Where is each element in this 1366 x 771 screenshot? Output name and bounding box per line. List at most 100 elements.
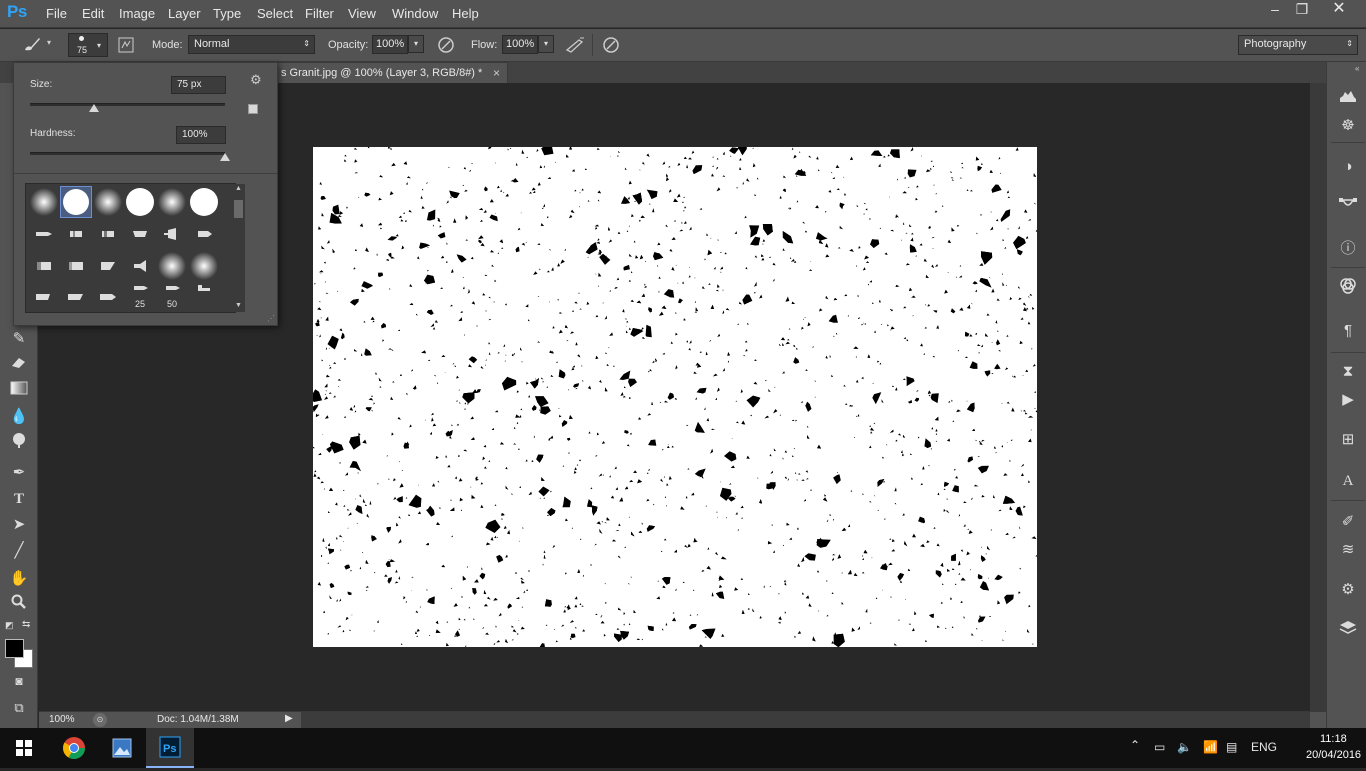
brush-preset-tip[interactable]: [156, 218, 188, 250]
minimize-button[interactable]: –: [1262, 0, 1288, 20]
close-tab-icon[interactable]: ×: [493, 66, 500, 80]
brush-settings-icon[interactable]: ≋: [1335, 537, 1361, 563]
size-slider-track[interactable]: [30, 103, 225, 106]
menu-view[interactable]: View: [348, 6, 376, 21]
zoom-level[interactable]: 100%: [49, 714, 75, 725]
brush-preset-tip[interactable]: [60, 218, 92, 250]
brush-preset-numbered[interactable]: 50: [156, 282, 188, 314]
paragraph-icon[interactable]: ¶: [1335, 318, 1361, 344]
brush-preset-hard-round[interactable]: [124, 186, 156, 218]
brush-preset-tip[interactable]: [92, 250, 124, 282]
layers-icon[interactable]: [1335, 619, 1361, 645]
zoom-tool-icon[interactable]: [7, 594, 31, 616]
brush-preset-hard-round-selected[interactable]: [60, 186, 92, 218]
hardness-slider-track[interactable]: [30, 152, 225, 155]
hand-tool-icon[interactable]: ✋: [7, 568, 31, 590]
opacity-dropdown-icon[interactable]: ▾: [408, 35, 424, 53]
brush-preset-soft-round[interactable]: [156, 186, 188, 218]
path-selection-tool-icon[interactable]: ➤: [7, 514, 31, 536]
line-tool-icon[interactable]: ╱: [7, 540, 31, 562]
size-slider-thumb[interactable]: [89, 104, 100, 112]
airbrush-icon[interactable]: [565, 36, 585, 57]
character-styles-icon[interactable]: A: [1335, 468, 1361, 494]
volume-icon[interactable]: 🔈: [1177, 740, 1192, 754]
type-tool-icon[interactable]: T: [7, 488, 31, 510]
brush-preset-numbered[interactable]: 25: [124, 282, 156, 314]
brush-preset-tip[interactable]: [60, 250, 92, 282]
menu-window[interactable]: Window: [392, 6, 438, 21]
brush-preset-tip[interactable]: [28, 250, 60, 282]
restore-button[interactable]: ❐: [1289, 0, 1315, 20]
menu-filter[interactable]: Filter: [305, 6, 334, 21]
brush-preset-tip[interactable]: [124, 218, 156, 250]
menu-layer[interactable]: Layer: [168, 6, 201, 21]
pressure-opacity-icon[interactable]: [437, 36, 455, 57]
default-colors-icon[interactable]: ◩: [5, 620, 14, 631]
clock-time[interactable]: 11:18: [1320, 733, 1347, 745]
tool-preset-chevron-icon[interactable]: ▾: [47, 38, 51, 47]
scroll-down-icon[interactable]: ▼: [235, 302, 242, 309]
scroll-up-icon[interactable]: ▲: [235, 185, 242, 192]
mode-select[interactable]: Normal ⇕: [188, 35, 315, 54]
menu-select[interactable]: Select: [257, 6, 293, 21]
status-info-icon[interactable]: ⊙: [93, 713, 107, 727]
photoshop-app-icon[interactable]: Ps: [146, 728, 194, 768]
gear-icon[interactable]: ⚙: [250, 72, 262, 88]
brush-preset-soft-round[interactable]: [156, 250, 188, 282]
info-icon[interactable]: ⓘ: [1335, 236, 1361, 262]
hardness-field[interactable]: 100%: [176, 126, 226, 144]
gradient-tool-icon[interactable]: [7, 380, 31, 402]
brush-preset-hard-round[interactable]: [188, 186, 220, 218]
resize-grip-icon[interactable]: ⋰: [267, 314, 275, 323]
document-canvas[interactable]: [313, 147, 1037, 647]
swap-colors-icon[interactable]: ⇆: [22, 619, 30, 630]
history-icon[interactable]: ⧗: [1335, 359, 1361, 385]
language-indicator[interactable]: ENG: [1251, 740, 1277, 754]
menu-image[interactable]: Image: [119, 6, 155, 21]
screen-mode-icon[interactable]: ⧉: [7, 697, 31, 719]
brush-preset-tip[interactable]: [28, 282, 60, 314]
brush-preset-soft-round[interactable]: [92, 186, 124, 218]
adjustments-icon[interactable]: ◑: [1335, 154, 1361, 180]
brush-preset-tip[interactable]: [92, 218, 124, 250]
opacity-field[interactable]: 100%: [372, 35, 408, 54]
brush-preset-tip[interactable]: [188, 218, 220, 250]
notifications-icon[interactable]: ▤: [1226, 740, 1237, 754]
foreground-color-swatch[interactable]: [5, 639, 24, 658]
clone-source-icon[interactable]: ⊞: [1335, 427, 1361, 453]
clock-date[interactable]: 20/04/2016: [1306, 749, 1361, 761]
flow-field[interactable]: 100%: [502, 35, 538, 54]
brush-preset-tip[interactable]: [188, 282, 220, 314]
hardness-slider-thumb[interactable]: [220, 153, 230, 161]
document-tab[interactable]: s Granit.jpg @ 100% (Layer 3, RGB/8#) * …: [270, 62, 508, 83]
channels-icon[interactable]: [1335, 277, 1361, 303]
size-field[interactable]: 75 px: [171, 76, 226, 94]
tray-expand-icon[interactable]: ⌃: [1130, 738, 1140, 752]
brush-tool-icon[interactable]: [22, 35, 42, 56]
paths-icon[interactable]: [1335, 195, 1361, 221]
brush-preset-soft-round[interactable]: [188, 250, 220, 282]
scroll-thumb[interactable]: [234, 200, 243, 218]
menu-help[interactable]: Help: [452, 6, 479, 21]
vertical-scrollbar[interactable]: [1310, 83, 1326, 711]
blur-tool-icon[interactable]: 💧: [7, 406, 31, 428]
brush-preset-soft-round[interactable]: [28, 186, 60, 218]
collapse-panels-icon[interactable]: «: [1355, 64, 1359, 73]
chrome-app-icon[interactable]: [50, 728, 98, 768]
horizontal-scrollbar[interactable]: [301, 712, 1310, 728]
new-preset-icon[interactable]: [248, 104, 258, 114]
flow-dropdown-icon[interactable]: ▾: [538, 35, 554, 53]
dodge-tool-icon[interactable]: [7, 432, 31, 454]
menu-type[interactable]: Type: [213, 6, 241, 21]
brush-preset-tip[interactable]: [124, 250, 156, 282]
status-menu-arrow-icon[interactable]: ▶: [285, 713, 297, 727]
menu-file[interactable]: File: [46, 6, 67, 21]
histogram-icon[interactable]: [1335, 86, 1361, 112]
properties-icon[interactable]: ⚙: [1335, 577, 1361, 603]
brush-panel-toggle-icon[interactable]: [118, 37, 134, 56]
brush-preset-tip[interactable]: [28, 218, 60, 250]
actions-play-icon[interactable]: ▶: [1335, 387, 1361, 413]
navigator-icon[interactable]: ☸: [1335, 113, 1361, 139]
photos-app-icon[interactable]: [98, 728, 146, 768]
windows-start-icon[interactable]: [0, 728, 48, 768]
